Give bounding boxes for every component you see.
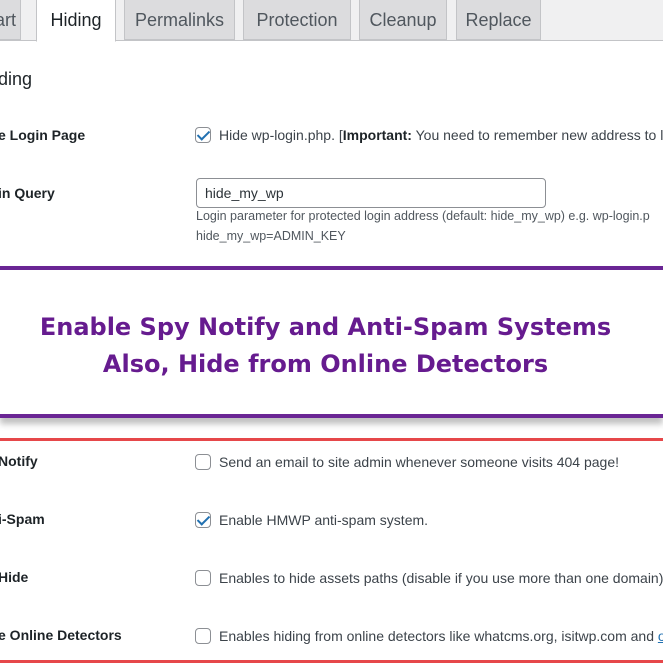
banner-subheadline: Also, Hide from Online Detectors <box>102 350 549 378</box>
tab-protection[interactable]: Protection <box>243 0 351 40</box>
section-title: ding <box>0 69 33 89</box>
anti-spam-checkbox[interactable] <box>195 512 211 528</box>
spy-notify-checkbox[interactable] <box>195 454 211 470</box>
tab-replace[interactable]: Replace <box>456 0 541 40</box>
hide-assets-label: Hide <box>0 569 29 585</box>
online-detectors-label: e Online Detectors <box>0 627 122 643</box>
online-detectors-link[interactable]: o <box>658 628 663 644</box>
online-detectors-checkbox[interactable] <box>195 628 211 644</box>
hide-assets-checkbox[interactable] <box>195 570 211 586</box>
login-page-checkbox[interactable] <box>195 127 211 143</box>
tab-permalinks[interactable]: Permalinks <box>124 0 235 40</box>
promo-banner: Enable Spy Notify and Anti-Spam Systems … <box>0 266 663 418</box>
settings-tab-bar: art Hiding Permalinks Protection Cleanup… <box>0 0 663 42</box>
highlight-top-line <box>0 438 663 441</box>
login-page-text: Hide wp-login.php. [Important: You need … <box>219 127 663 143</box>
banner-headline: Enable Spy Notify and Anti-Spam Systems <box>39 313 612 341</box>
login-page-label: e Login Page <box>0 127 86 143</box>
login-query-help-line1: Login parameter for protected login addr… <box>196 209 650 223</box>
tab-start[interactable]: art <box>0 0 21 40</box>
tab-hiding[interactable]: Hiding <box>36 0 116 42</box>
hide-assets-text: Enables to hide assets paths (disable if… <box>219 570 663 586</box>
login-query-input[interactable] <box>196 178 546 208</box>
spy-notify-label: Notify <box>0 453 38 469</box>
login-query-label: in Query <box>0 185 55 201</box>
online-detectors-text: Enables hiding from online detectors lik… <box>219 628 663 644</box>
anti-spam-text: Enable HMWP anti-spam system. <box>219 512 429 528</box>
anti-spam-label: i-Spam <box>0 511 45 527</box>
login-query-help-line2: hide_my_wp=ADMIN_KEY <box>196 229 346 243</box>
tab-cleanup[interactable]: Cleanup <box>359 0 447 40</box>
spy-notify-text: Send an email to site admin whenever som… <box>219 454 620 470</box>
